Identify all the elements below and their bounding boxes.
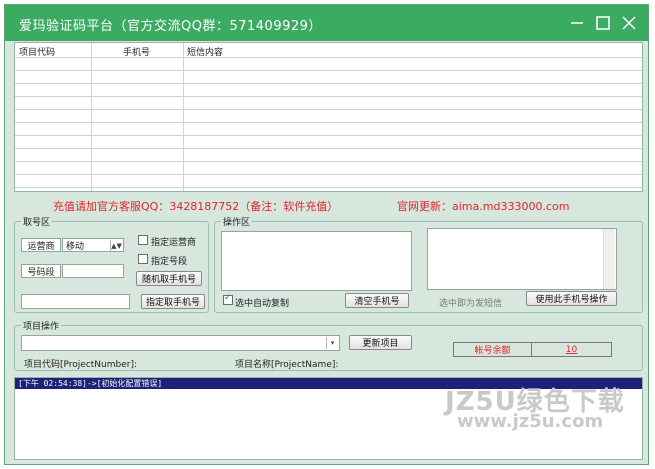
segment-input[interactable] bbox=[62, 264, 124, 278]
specify-number-input[interactable] bbox=[21, 294, 130, 309]
table-row[interactable] bbox=[15, 97, 642, 110]
table-row[interactable] bbox=[15, 149, 642, 162]
table-row[interactable] bbox=[15, 110, 642, 123]
project-legend: 项目操作 bbox=[21, 319, 62, 332]
table-row[interactable] bbox=[15, 123, 642, 136]
project-code-label: 项目代码[ProjectNumber]: bbox=[24, 360, 138, 370]
minimize-icon bbox=[571, 22, 583, 24]
carrier-select[interactable]: 移动 ▲▼ bbox=[62, 238, 124, 252]
operation-panel: 操作区 选中自动复制 清空手机号 选中即为发短信 使用此手机号操作 bbox=[214, 215, 643, 313]
select-hint-label: 选中即为发短信 bbox=[439, 299, 503, 309]
carrier-select-value: 移动 bbox=[66, 241, 85, 252]
use-number-button[interactable]: 使用此手机号操作 bbox=[526, 291, 617, 306]
website-notice[interactable]: 官网更新：aima.md333000.com bbox=[397, 198, 569, 214]
carrier-label: 运营商 bbox=[21, 238, 61, 252]
close-button[interactable] bbox=[618, 13, 640, 33]
table-header: 项目代码 手机号 短信内容 bbox=[15, 43, 642, 58]
table-row[interactable] bbox=[15, 84, 642, 97]
specify-carrier-label[interactable]: 指定运营商 bbox=[151, 235, 196, 248]
table-row[interactable] bbox=[15, 162, 642, 175]
auto-copy-checkbox[interactable] bbox=[223, 293, 233, 305]
sms-list-table[interactable]: 项目代码 手机号 短信内容 bbox=[14, 42, 643, 192]
table-row[interactable] bbox=[15, 58, 642, 71]
window-title: 爱玛验证码平台（官方交流QQ群：571409929） bbox=[19, 19, 322, 34]
table-row[interactable] bbox=[15, 136, 642, 149]
update-project-button[interactable]: 更新项目 bbox=[349, 335, 412, 350]
minimize-button[interactable] bbox=[566, 13, 588, 33]
title-bar: 爱玛验证码平台（官方交流QQ群：571409929） bbox=[5, 5, 648, 41]
balance-value: 10 bbox=[531, 342, 612, 357]
column-header-phone[interactable]: 手机号 bbox=[123, 45, 150, 58]
segment-label: 号码段 bbox=[21, 264, 61, 278]
get-number-panel: 取号区 运营商 移动 ▲▼ 号码段 指定运营商 指定号段 随机取手机号 指定取手… bbox=[14, 215, 209, 313]
operation-legend: 操作区 bbox=[221, 215, 253, 228]
message-textarea[interactable] bbox=[427, 228, 617, 290]
chevron-down-icon[interactable]: ▾ bbox=[326, 337, 338, 349]
get-number-legend: 取号区 bbox=[21, 215, 53, 228]
specify-number-button[interactable]: 指定取手机号 bbox=[141, 294, 205, 309]
specify-segment-label[interactable]: 指定号段 bbox=[151, 254, 187, 267]
clear-number-button[interactable]: 清空手机号 bbox=[345, 293, 409, 308]
specify-carrier-checkbox[interactable] bbox=[138, 235, 148, 245]
message-scrollbar[interactable] bbox=[603, 229, 615, 289]
sms-content-textarea[interactable] bbox=[221, 231, 412, 291]
chevron-down-icon[interactable]: ▲▼ bbox=[110, 240, 122, 251]
project-name-label: 项目名称[ProjectName]: bbox=[235, 360, 339, 370]
column-header-sms-content[interactable]: 短信内容 bbox=[187, 45, 223, 58]
balance-label: 帐号余额 bbox=[453, 342, 532, 357]
project-select[interactable]: ▾ bbox=[21, 335, 340, 351]
random-number-button[interactable]: 随机取手机号 bbox=[136, 271, 202, 286]
auto-copy-label[interactable]: 选中自动复制 bbox=[235, 296, 289, 309]
watermark-url: www.jz5u.com bbox=[457, 411, 604, 432]
main-window: 爱玛验证码平台（官方交流QQ群：571409929） 项目代码 手机号 短信内容… bbox=[4, 4, 649, 465]
maximize-button[interactable] bbox=[592, 13, 614, 33]
specify-segment-checkbox[interactable] bbox=[138, 254, 148, 264]
project-panel: 项目操作 ▾ 更新项目 项目代码[ProjectNumber]: 项目名称[Pr… bbox=[14, 319, 643, 371]
maximize-icon bbox=[596, 16, 610, 30]
table-row[interactable] bbox=[15, 175, 642, 188]
column-header-project-code[interactable]: 项目代码 bbox=[19, 45, 55, 58]
close-icon bbox=[622, 16, 636, 30]
table-row[interactable] bbox=[15, 71, 642, 84]
recharge-notice: 充值请加官方客服QQ：3428187752（备注：软件充值） bbox=[53, 200, 339, 213]
